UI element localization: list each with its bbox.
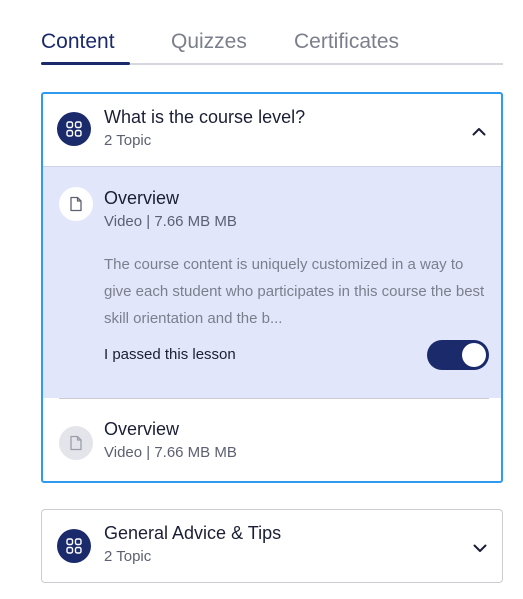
section-header[interactable]: What is the course level? 2 Topic	[43, 94, 501, 168]
grid-icon	[57, 112, 91, 146]
chevron-up-icon[interactable]	[469, 121, 489, 141]
passed-lesson-label: I passed this lesson	[104, 346, 236, 363]
lesson-description: The course content is uniquely customize…	[104, 256, 485, 327]
lesson-meta: Video | 7.66 MB MB	[104, 213, 237, 230]
lesson-item[interactable]: Overview Video | 7.66 MB MB	[43, 399, 501, 481]
lesson-title: Overview	[104, 188, 180, 208]
section-topic-count: 2 Topic	[104, 132, 152, 149]
section-card-course-level: What is the course level? 2 Topic Overvi…	[41, 92, 503, 483]
file-icon	[59, 187, 93, 221]
file-icon	[59, 426, 93, 460]
lesson-meta: Video | 7.66 MB MB	[104, 444, 237, 461]
tab-bar: Content Quizzes Certificates	[41, 30, 503, 66]
section-title: General Advice & Tips	[104, 523, 282, 543]
toggle-knob	[462, 343, 486, 367]
lesson-title: Overview	[104, 419, 180, 439]
section-topic-count: 2 Topic	[104, 548, 152, 565]
passed-lesson-toggle[interactable]	[427, 340, 489, 370]
section-card-general-advice[interactable]: General Advice & Tips 2 Topic	[41, 509, 503, 583]
tab-content[interactable]: Content	[41, 30, 115, 54]
section-title: What is the course level?	[104, 107, 306, 127]
tab-quizzes[interactable]: Quizzes	[171, 30, 247, 54]
grid-icon	[57, 529, 91, 563]
active-tab-indicator	[41, 62, 130, 65]
chevron-down-icon[interactable]	[470, 538, 490, 558]
tab-certificates[interactable]: Certificates	[294, 30, 399, 54]
